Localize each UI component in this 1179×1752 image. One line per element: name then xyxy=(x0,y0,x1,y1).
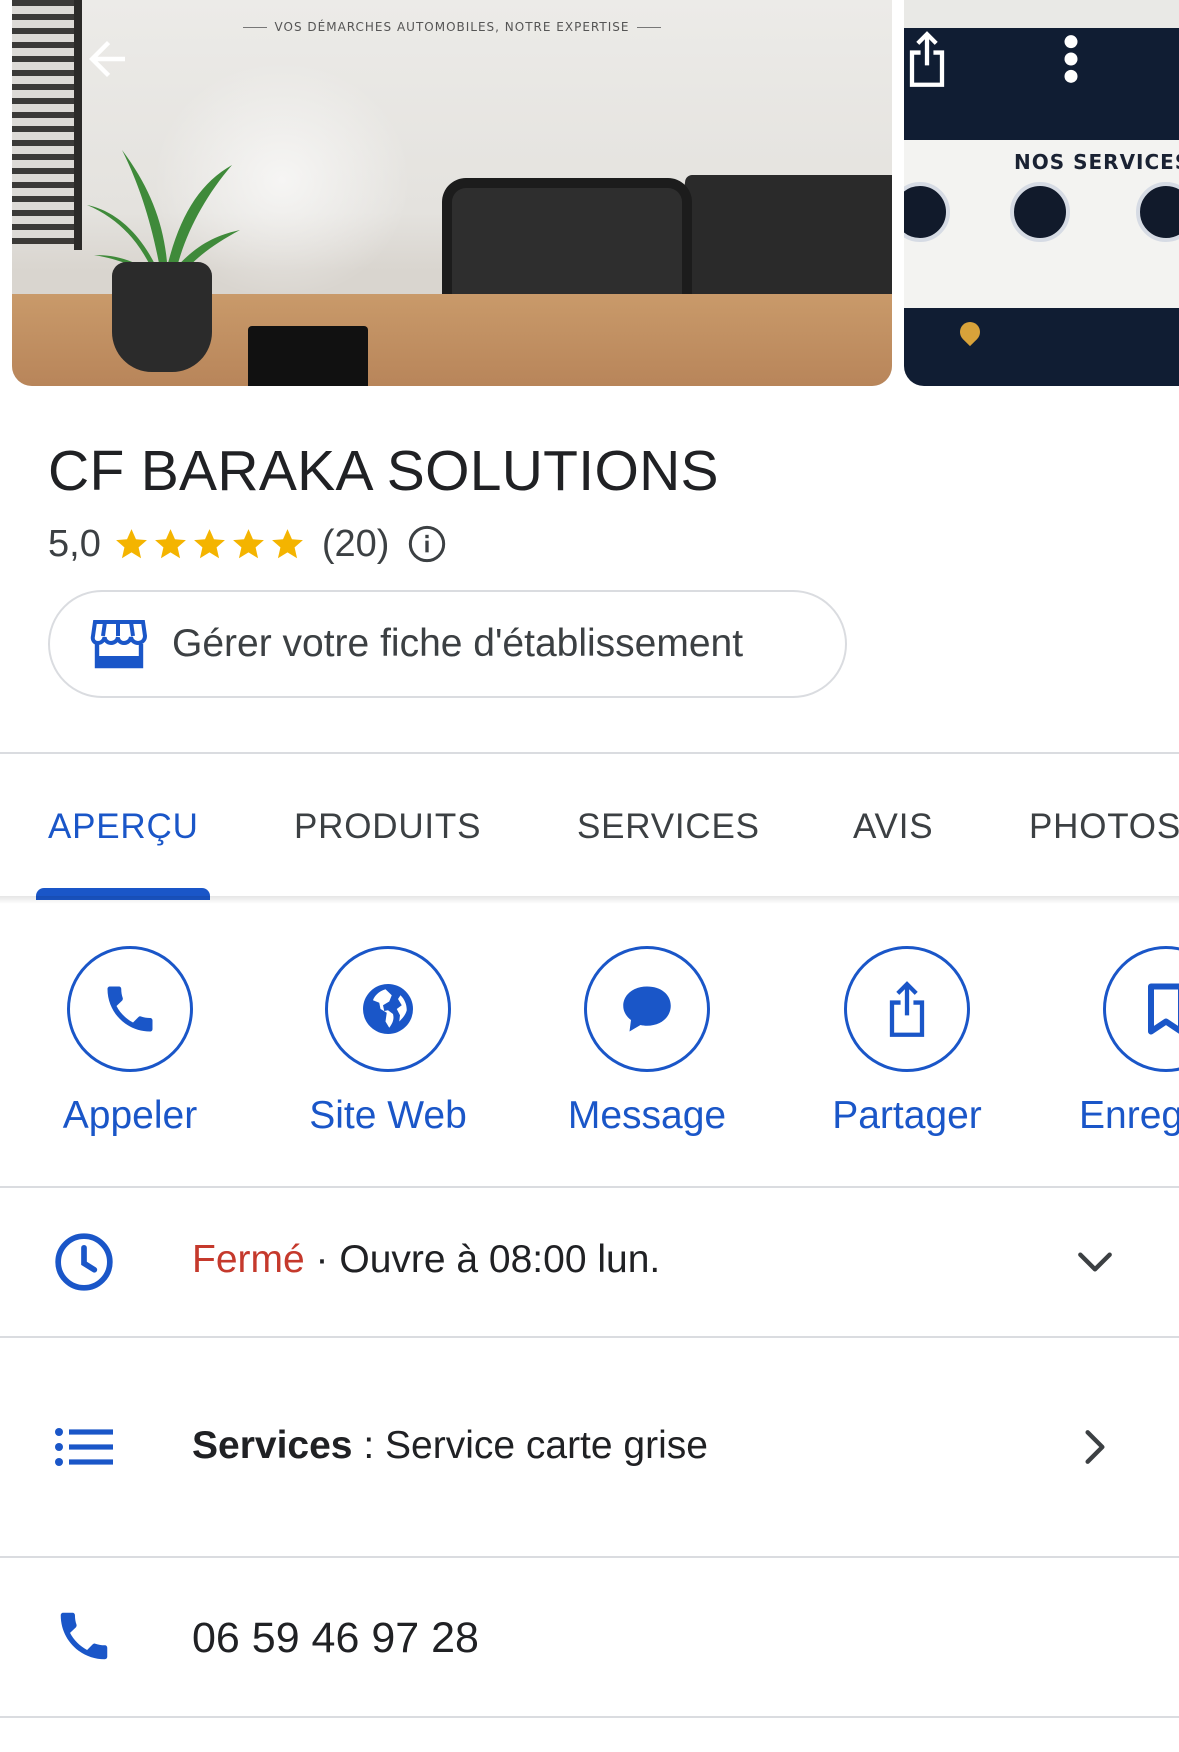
business-name: CF BARAKA SOLUTIONS xyxy=(48,439,719,503)
message-label: Message xyxy=(567,1094,727,1137)
website-action[interactable]: Site Web xyxy=(278,946,498,1138)
flyer-service-icon xyxy=(1136,182,1179,242)
services-row[interactable]: Services : Service carte grise xyxy=(0,1338,1179,1556)
section-divider xyxy=(0,752,1179,754)
message-action[interactable]: Message xyxy=(537,946,757,1138)
hours-row[interactable]: Fermé · Ouvre à 08:00 lun. xyxy=(0,1188,1179,1336)
bookmark-icon xyxy=(1148,983,1179,1035)
share-action[interactable]: Partager xyxy=(797,946,1017,1138)
list-icon xyxy=(52,1415,116,1479)
phone-row[interactable]: 06 59 46 97 28 xyxy=(0,1558,1179,1716)
share-icon xyxy=(889,981,925,1037)
info-icon[interactable] xyxy=(407,524,447,564)
save-label: Enregi xyxy=(1079,1094,1179,1137)
review-count[interactable]: (20) xyxy=(322,523,390,566)
rating-value: 5,0 xyxy=(48,522,101,565)
back-button[interactable] xyxy=(62,14,152,104)
share-icon xyxy=(909,31,945,87)
chevron-right-icon[interactable] xyxy=(1071,1423,1119,1471)
share-label: Partager xyxy=(832,1094,982,1137)
flyer-service-icon xyxy=(904,182,950,242)
call-label: Appeler xyxy=(62,1094,198,1137)
website-label: Site Web xyxy=(309,1094,467,1137)
phone-number[interactable]: 06 59 46 97 28 xyxy=(192,1614,479,1663)
storefront-icon xyxy=(90,620,148,669)
flyer-bottom-band xyxy=(904,308,1179,386)
star-icon xyxy=(115,528,147,558)
flyer-heading: NOS SERVICES xyxy=(1014,150,1179,174)
share-button[interactable] xyxy=(844,946,970,1072)
hours-detail: Ouvre à 08:00 lun. xyxy=(339,1238,661,1281)
manage-listing-button[interactable]: Gérer votre fiche d'établissement xyxy=(48,590,847,698)
star-icon xyxy=(271,528,303,558)
tab-bar-shadow xyxy=(0,896,1179,904)
globe-icon xyxy=(363,984,413,1034)
plant-icon xyxy=(87,150,240,280)
save-button[interactable] xyxy=(1103,946,1179,1072)
section-divider xyxy=(0,1716,1179,1718)
tab-bar: APERÇU PRODUITS SERVICES AVIS PHOTOS xyxy=(0,755,1179,900)
flyer-service-icon xyxy=(1010,182,1070,242)
clock-icon xyxy=(52,1230,116,1294)
services-separator: : xyxy=(352,1424,385,1467)
star-icon xyxy=(232,528,264,558)
website-button[interactable] xyxy=(325,946,451,1072)
star-icon xyxy=(193,528,225,558)
quick-actions: Appeler Site Web Message Partager Enreg xyxy=(0,946,1179,1146)
services-text: Services : Service carte grise xyxy=(192,1424,708,1468)
manage-listing-label: Gérer votre fiche d'établissement xyxy=(172,622,744,665)
tab-avis[interactable]: AVIS xyxy=(853,807,933,847)
star-rating xyxy=(113,526,308,563)
message-icon xyxy=(623,986,671,1032)
hours-separator: · xyxy=(304,1238,340,1281)
phone-icon xyxy=(107,986,153,1032)
call-button[interactable] xyxy=(67,946,193,1072)
tab-produits[interactable]: PRODUITS xyxy=(294,807,481,847)
photo-carousel[interactable]: VOS DÉMARCHES AUTOMOBILES, NOTRE EXPERTI… xyxy=(0,0,1179,386)
star-icon xyxy=(154,528,186,558)
message-button[interactable] xyxy=(584,946,710,1072)
save-action[interactable]: Enregi xyxy=(1057,946,1179,1138)
business-card-stand xyxy=(248,326,368,386)
hours-text: Fermé · Ouvre à 08:00 lun. xyxy=(192,1238,660,1282)
hours-status: Fermé xyxy=(192,1238,305,1281)
tab-apercu[interactable]: APERÇU xyxy=(48,807,199,847)
services-label: Services xyxy=(192,1424,353,1467)
more-options-button[interactable] xyxy=(1026,14,1116,104)
rating-row[interactable]: 5,0 (20) xyxy=(48,520,447,568)
chevron-down-icon[interactable] xyxy=(1071,1238,1119,1286)
plant-pot xyxy=(112,262,212,372)
tab-services[interactable]: SERVICES xyxy=(577,807,760,847)
services-value: Service carte grise xyxy=(385,1424,708,1467)
tab-photos[interactable]: PHOTOS xyxy=(1029,807,1179,847)
call-action[interactable]: Appeler xyxy=(20,946,240,1138)
header-share-button[interactable] xyxy=(882,14,972,104)
more-vert-icon xyxy=(1064,35,1078,83)
phone-icon xyxy=(52,1604,116,1668)
arrow-left-icon xyxy=(89,41,125,77)
